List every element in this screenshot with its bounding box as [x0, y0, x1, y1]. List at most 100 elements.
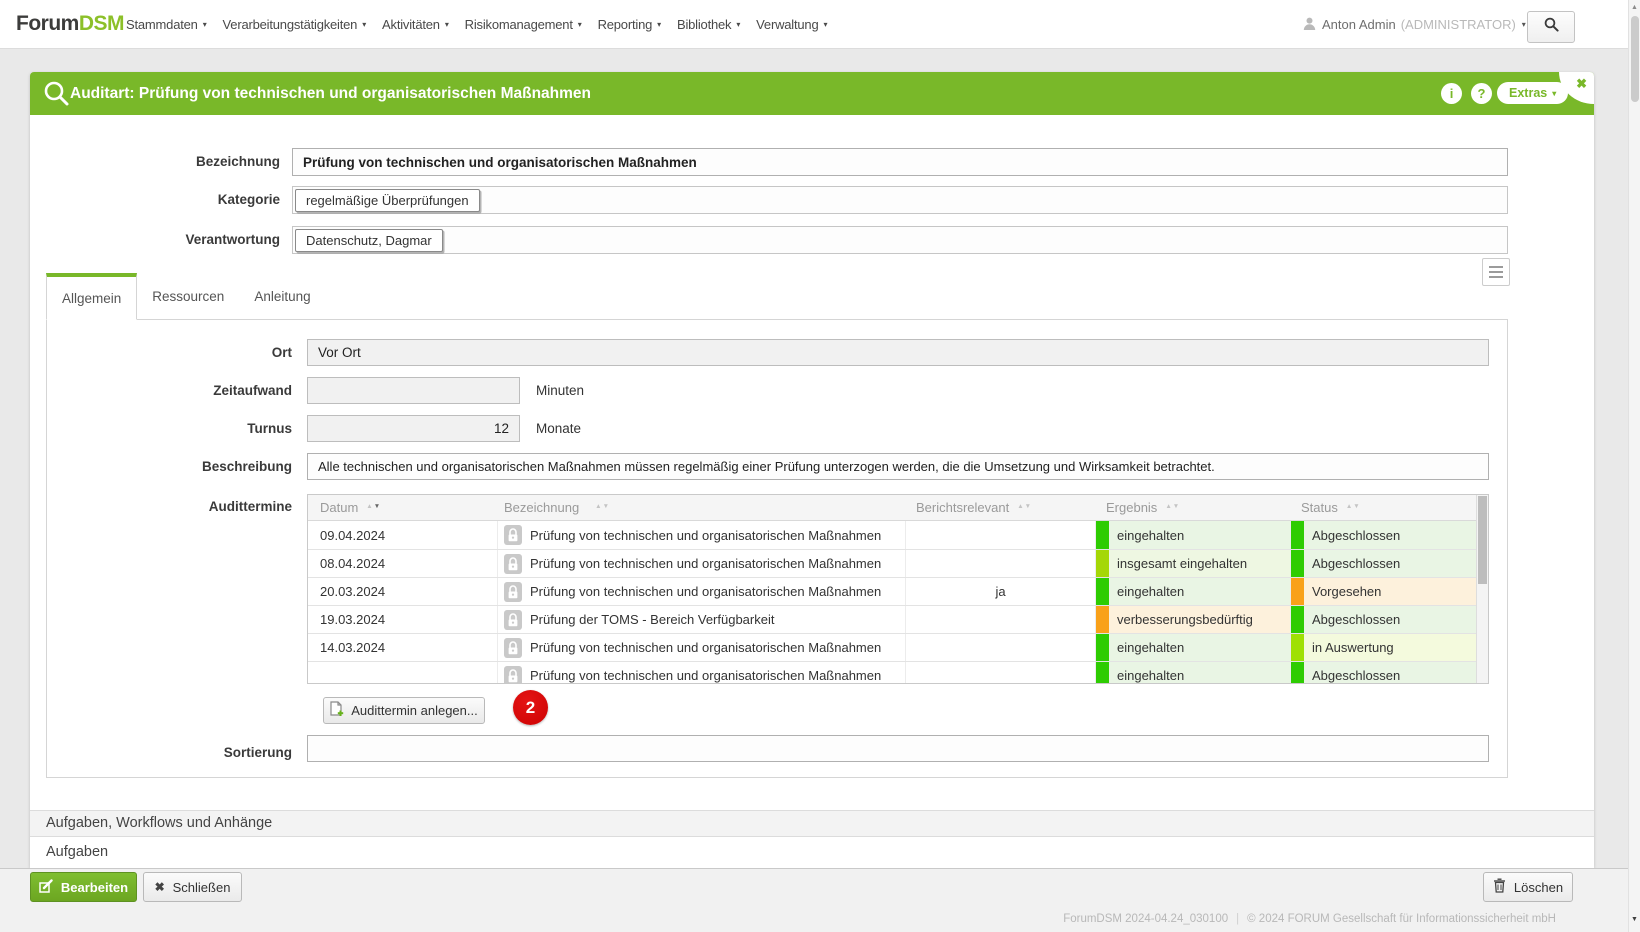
table-body: 09.04.2024Prüfung von technischen und or…	[308, 521, 1488, 684]
help-icon[interactable]: ?	[1471, 83, 1492, 104]
ergebnis-color-bar	[1096, 550, 1109, 577]
cell-status: Abgeschlossen	[1291, 662, 1478, 684]
table-row[interactable]: Prüfung von technischen und organisatori…	[308, 661, 1488, 684]
column-header-berichtsrelevant[interactable]: Berichtsrelevant▲▼	[906, 495, 1096, 520]
bezeichnung-text: Prüfung von technischen und organisatori…	[530, 528, 881, 543]
status-text: Abgeschlossen	[1304, 612, 1400, 627]
tab-anleitung[interactable]: Anleitung	[239, 273, 325, 319]
menu-item-verarbeitungstätigkeiten[interactable]: Verarbeitungstätigkeiten▾	[223, 17, 367, 32]
loeschen-button[interactable]: Löschen	[1483, 872, 1573, 902]
scrollbar-thumb[interactable]	[1478, 496, 1487, 584]
sort-desc-icon: ▼	[1025, 504, 1031, 511]
ort-input[interactable]	[307, 339, 1489, 366]
tab-ressourcen[interactable]: Ressourcen	[137, 273, 239, 319]
beschreibung-input[interactable]	[307, 453, 1489, 480]
ergebnis-color-bar	[1096, 634, 1109, 661]
menu-item-label: Stammdaten	[126, 17, 198, 32]
bearbeiten-button[interactable]: Bearbeiten	[30, 872, 137, 902]
tab-allgemein[interactable]: Allgemein	[46, 273, 137, 320]
step-badge: 2	[513, 690, 548, 725]
column-header-datum[interactable]: Datum▲▼	[308, 495, 498, 520]
bezeichnung-input[interactable]	[292, 148, 1508, 176]
search-button[interactable]	[1527, 11, 1575, 43]
cell-ergebnis: verbesserungsbedürftig	[1096, 606, 1291, 633]
cell-status: Abgeschlossen	[1291, 521, 1478, 549]
app-logo[interactable]: ForumDSM	[16, 0, 124, 48]
section-header-label: Aufgaben, Workflows und Anhänge	[46, 815, 272, 831]
verantwortung-field[interactable]: Datenschutz, Dagmar	[292, 226, 1508, 254]
cell-status: Vorgesehen	[1291, 578, 1478, 605]
cell-ergebnis: eingehalten	[1096, 662, 1291, 684]
cell-status: Abgeschlossen	[1291, 606, 1478, 633]
menu-item-verwaltung[interactable]: Verwaltung▾	[756, 17, 827, 32]
cell-datum: 09.04.2024	[308, 521, 498, 549]
table-row[interactable]: 14.03.2024Prüfung von technischen und or…	[308, 633, 1488, 661]
user-menu[interactable]: Anton Admin (ADMINISTRATOR) ▾	[1303, 0, 1526, 48]
ort-label: Ort	[30, 345, 292, 360]
menu-item-bibliothek[interactable]: Bibliothek▾	[677, 17, 740, 32]
sort-icons: ▲▼	[1165, 504, 1179, 511]
cell-berichtsrelevant	[906, 606, 1096, 633]
scroll-up-icon[interactable]: ▲	[1629, 4, 1640, 11]
sort-asc-icon: ▲	[366, 504, 372, 511]
chevron-down-icon: ▾	[445, 20, 449, 29]
cell-datum	[308, 662, 498, 684]
kategorie-field[interactable]: regelmäßige Überprüfungen	[292, 186, 1508, 214]
column-header-bezeichnung[interactable]: Bezeichnung▲▼	[498, 495, 906, 520]
extras-button[interactable]: Extras ▾	[1497, 82, 1568, 104]
bezeichnung-text: Prüfung von technischen und organisatori…	[530, 640, 881, 655]
lock-icon	[504, 666, 522, 685]
info-icon[interactable]: i	[1441, 83, 1462, 104]
cell-status: Abgeschlossen	[1291, 550, 1478, 577]
kategorie-chip[interactable]: regelmäßige Überprüfungen	[295, 189, 480, 212]
sortierung-input[interactable]	[307, 735, 1489, 762]
list-icon[interactable]	[1482, 258, 1510, 286]
cell-berichtsrelevant	[906, 634, 1096, 661]
window-scrollbar[interactable]: ▲ ▼	[1628, 0, 1640, 932]
lock-icon	[504, 525, 522, 545]
column-header-ergebnis[interactable]: Ergebnis▲▼	[1096, 495, 1291, 520]
edit-icon	[39, 879, 53, 896]
zeitaufwand-label: Zeitaufwand	[30, 383, 292, 398]
schliessen-button[interactable]: ✖ Schließen	[143, 872, 242, 902]
menu-item-reporting[interactable]: Reporting▾	[598, 17, 661, 32]
audittermin-anlegen-button[interactable]: Audittermin anlegen...	[323, 697, 485, 724]
add-document-icon	[330, 701, 344, 720]
status-text: in Auswertung	[1304, 640, 1394, 655]
table-row[interactable]: 20.03.2024Prüfung von technischen und or…	[308, 577, 1488, 605]
column-label: Status	[1301, 500, 1338, 515]
table-scrollbar[interactable]	[1476, 495, 1488, 683]
scroll-down-icon[interactable]: ▼	[1629, 916, 1640, 923]
bearbeiten-label: Bearbeiten	[61, 880, 128, 895]
menu-item-label: Bibliothek	[677, 17, 731, 32]
loeschen-label: Löschen	[1514, 880, 1563, 895]
scrollbar-thumb[interactable]	[1631, 16, 1639, 102]
ergebnis-text: eingehalten	[1109, 640, 1184, 655]
cell-bezeichnung: Prüfung von technischen und organisatori…	[498, 662, 906, 684]
cell-datum: 19.03.2024	[308, 606, 498, 633]
column-header-status[interactable]: Status▲▼	[1291, 495, 1478, 520]
menu-item-aktivitäten[interactable]: Aktivitäten▾	[382, 17, 449, 32]
table-row[interactable]: 08.04.2024Prüfung von technischen und or…	[308, 549, 1488, 577]
menu-item-stammdaten[interactable]: Stammdaten ▾	[126, 17, 207, 32]
cell-bezeichnung: Prüfung von technischen und organisatori…	[498, 550, 906, 577]
zeitaufwand-input[interactable]	[307, 377, 520, 404]
status-text: Abgeschlossen	[1304, 528, 1400, 543]
footer-copyright: © 2024 FORUM Gesellschaft für Informatio…	[1247, 913, 1556, 925]
table-row[interactable]: 19.03.2024Prüfung der TOMS - Bereich Ver…	[308, 605, 1488, 633]
status-color-bar	[1291, 521, 1304, 549]
beschreibung-label: Beschreibung	[30, 459, 292, 474]
chevron-down-icon: ▾	[203, 20, 207, 29]
ergebnis-text: eingehalten	[1109, 668, 1184, 683]
panel-body: Bezeichnung Kategorie regelmäßige Überpr…	[30, 115, 1594, 868]
turnus-unit: Monate	[536, 421, 581, 436]
ergebnis-text: eingehalten	[1109, 528, 1184, 543]
turnus-input[interactable]	[307, 415, 520, 442]
add-button-label: Audittermin anlegen...	[351, 703, 477, 718]
verantwortung-chip[interactable]: Datenschutz, Dagmar	[295, 229, 443, 252]
section-aufgaben-workflows[interactable]: Aufgaben, Workflows und Anhänge	[30, 810, 1594, 837]
bezeichnung-text: Prüfung von technischen und organisatori…	[530, 584, 881, 599]
cell-bezeichnung: Prüfung von technischen und organisatori…	[498, 634, 906, 661]
table-row[interactable]: 09.04.2024 Prüfung von technischen und or…	[308, 521, 1488, 549]
menu-item-risikomanagement[interactable]: Risikomanagement▾	[465, 17, 582, 32]
